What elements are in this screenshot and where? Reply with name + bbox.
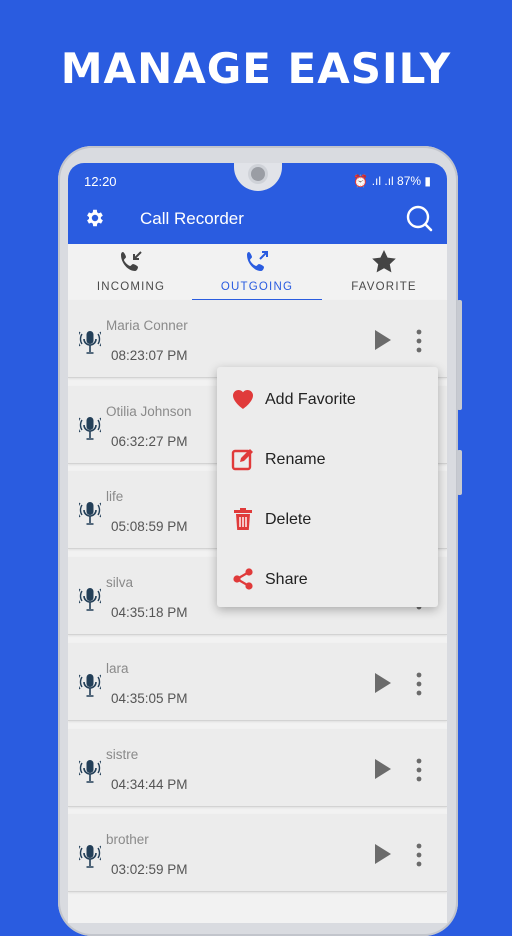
recording-name: Maria Conner	[106, 318, 188, 333]
tab-outgoing[interactable]: OUTGOING	[194, 244, 320, 300]
status-icons: ⏰ .ıl .ıl 87% ▮	[353, 174, 431, 188]
context-menu: Add Favorite Rename Delete Share	[217, 367, 438, 607]
headline: MANAGE EASILY	[60, 44, 452, 93]
gear-icon[interactable]	[84, 207, 106, 229]
recording-name: sistre	[106, 746, 139, 762]
star-icon	[372, 250, 396, 273]
menu-item-delete[interactable]: Delete	[217, 489, 438, 549]
volume-button	[457, 300, 462, 410]
app-title: Call Recorder	[140, 209, 244, 228]
recording-time: 03:02:59 PM	[111, 862, 188, 878]
heart-icon	[232, 389, 254, 409]
play-icon[interactable]	[374, 329, 392, 351]
status-time: 12:20	[84, 174, 117, 189]
menu-label: Share	[265, 571, 308, 588]
recording-row[interactable]: sistre 04:34:44 PM	[68, 728, 447, 807]
tab-label-incoming: INCOMING	[96, 281, 166, 293]
incoming-call-icon	[121, 251, 142, 271]
microphone-icon	[79, 588, 101, 611]
recording-time: 04:35:18 PM	[111, 605, 188, 621]
microphone-icon	[79, 331, 101, 354]
more-options-icon[interactable]	[414, 842, 424, 868]
recording-row[interactable]: lara 04:35:05 PM	[68, 642, 447, 721]
recording-time: 08:23:07 PM	[111, 348, 188, 363]
play-icon[interactable]	[374, 672, 392, 694]
more-options-icon[interactable]	[414, 328, 424, 354]
microphone-icon	[79, 416, 101, 440]
microphone-icon	[79, 502, 101, 526]
tab-favorite[interactable]: FAVORITE	[321, 244, 447, 300]
menu-item-share[interactable]: Share	[217, 549, 438, 609]
camera-notch	[234, 163, 282, 191]
microphone-icon	[79, 759, 101, 783]
edit-icon	[231, 449, 253, 471]
recording-name: life	[106, 489, 124, 505]
tab-bar: INCOMING OUTGOING FAVORITE	[68, 244, 447, 301]
recording-time: 06:32:27 PM	[111, 433, 188, 449]
search-icon[interactable]	[405, 204, 433, 232]
app-bar: Call Recorder	[68, 192, 447, 244]
microphone-icon	[79, 673, 101, 697]
tab-incoming[interactable]: INCOMING	[68, 244, 194, 300]
recording-name: lara	[106, 660, 129, 676]
tab-label-favorite: FAVORITE	[351, 281, 417, 293]
recording-row[interactable]: brother 03:02:59 PM	[68, 814, 447, 893]
status-bar: 12:20 ⏰ .ıl .ıl 87% ▮	[68, 163, 447, 192]
recording-name: brother	[106, 832, 149, 848]
more-options-icon[interactable]	[414, 757, 424, 783]
menu-label: Rename	[265, 451, 326, 468]
share-icon	[233, 568, 253, 590]
play-icon[interactable]	[374, 758, 392, 780]
microphone-icon	[79, 845, 101, 868]
trash-icon	[234, 508, 252, 530]
recording-name: Otilia Johnson	[106, 403, 192, 419]
play-icon[interactable]	[374, 843, 392, 865]
tab-label-outgoing: OUTGOING	[220, 281, 294, 293]
more-options-icon[interactable]	[414, 671, 424, 697]
menu-item-rename[interactable]: Rename	[217, 429, 438, 489]
power-button	[457, 450, 462, 495]
camera-icon	[251, 167, 265, 181]
recording-time: 04:35:05 PM	[111, 690, 188, 706]
recording-time: 04:34:44 PM	[111, 776, 188, 792]
menu-label: Add Favorite	[265, 391, 356, 408]
menu-label: Delete	[265, 511, 312, 528]
recording-time: 05:08:59 PM	[111, 519, 188, 535]
outgoing-call-icon	[247, 251, 268, 271]
recording-name: silva	[106, 575, 134, 591]
menu-item-add-favorite[interactable]: Add Favorite	[217, 369, 438, 429]
